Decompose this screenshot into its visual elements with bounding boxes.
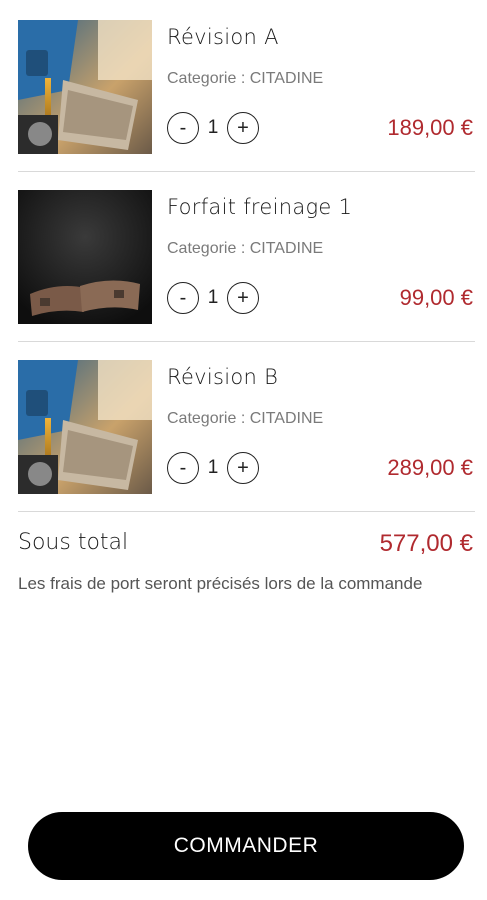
order-button[interactable]: COMMANDER	[28, 812, 464, 880]
shipping-note: Les frais de port seront précisés lors d…	[18, 574, 423, 593]
item-title: Forfait freinage 1	[167, 195, 353, 219]
item-price: 99,00 €	[399, 285, 473, 310]
subtotal-label: Sous total	[18, 530, 129, 555]
minus-button[interactable]: -	[167, 112, 199, 144]
cart-item: Révision A Categorie : CITADINE - 1 + 18…	[0, 0, 487, 170]
plus-button[interactable]: +	[227, 282, 259, 314]
subtotal-value: 577,00 €	[379, 530, 473, 557]
quantity-stepper: - 1 +	[167, 110, 259, 146]
plus-button[interactable]: +	[227, 452, 259, 484]
item-category: Categorie : CITADINE	[167, 70, 324, 87]
cart-item: Révision B Categorie : CITADINE - 1 + 28…	[0, 340, 487, 510]
item-title: Révision A	[167, 25, 279, 49]
quantity-value: 1	[207, 117, 219, 138]
oil-change-image	[18, 20, 152, 154]
item-category: Categorie : CITADINE	[167, 240, 324, 257]
quantity-value: 1	[207, 457, 219, 478]
oil-change-image	[18, 360, 152, 494]
quantity-stepper: - 1 +	[167, 280, 259, 316]
divider	[18, 511, 475, 512]
plus-button[interactable]: +	[227, 112, 259, 144]
item-title: Révision B	[167, 365, 279, 389]
minus-button[interactable]: -	[167, 282, 199, 314]
brake-pads-image	[18, 190, 152, 324]
minus-button[interactable]: -	[167, 452, 199, 484]
quantity-stepper: - 1 +	[167, 450, 259, 486]
cart-item: Forfait freinage 1 Categorie : CITADINE …	[0, 170, 487, 340]
item-price: 189,00 €	[387, 115, 473, 140]
item-category: Categorie : CITADINE	[167, 410, 324, 427]
quantity-value: 1	[207, 287, 219, 308]
item-price: 289,00 €	[387, 455, 473, 480]
